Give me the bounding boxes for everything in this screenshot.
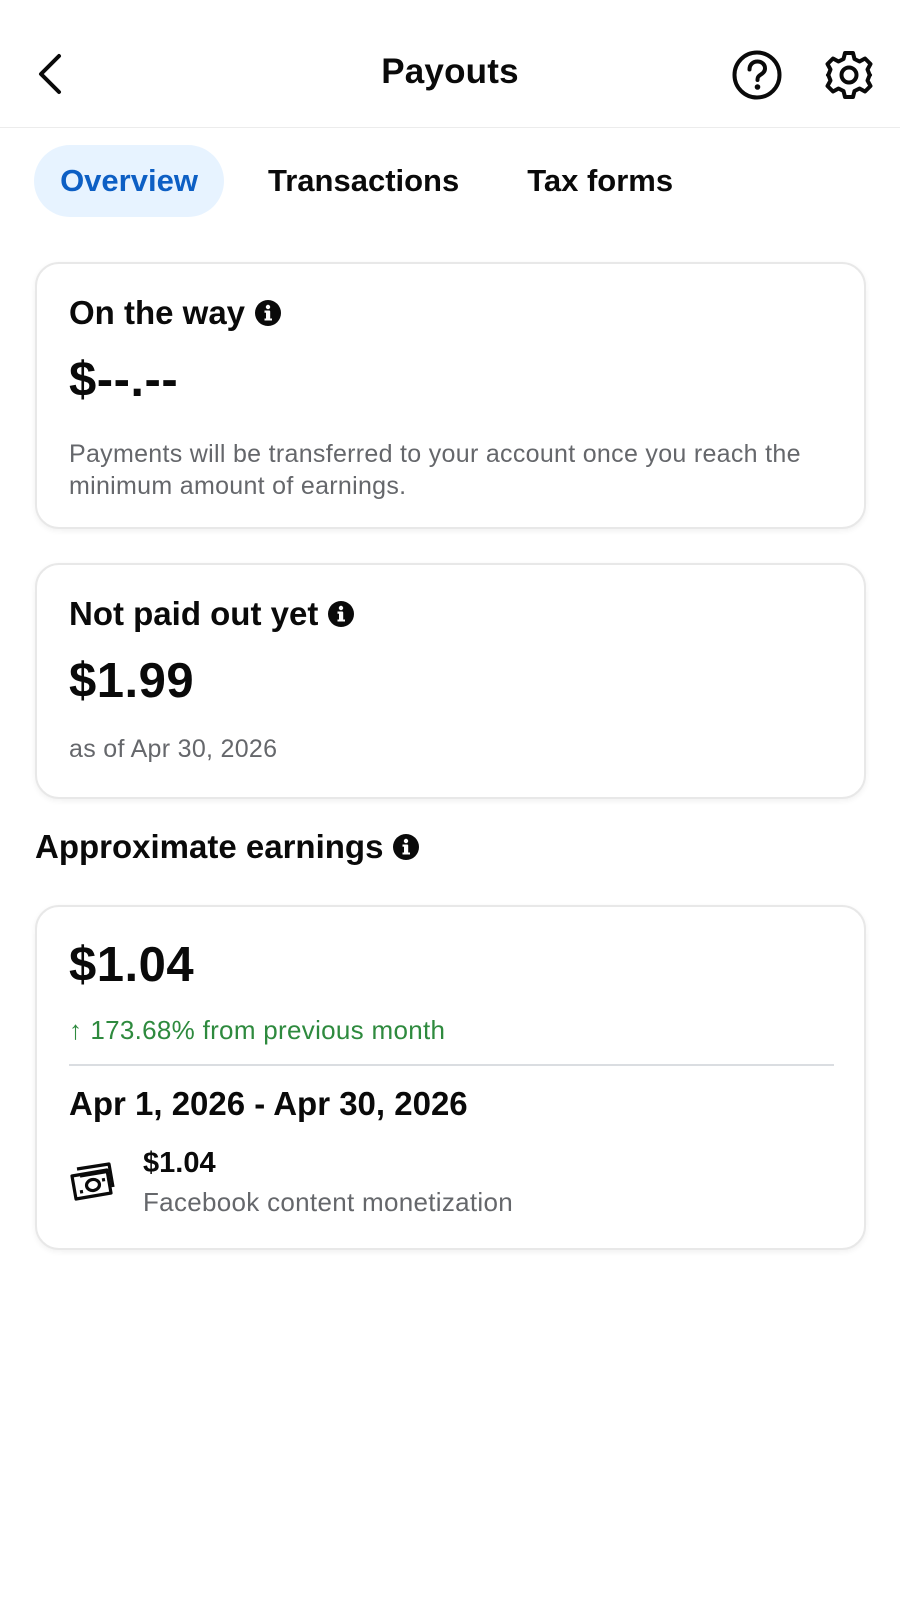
settings-button[interactable] [822, 48, 876, 102]
approximate-earnings-amount: $1.04 [69, 938, 195, 992]
approximate-earnings-card: $1.04 ↑ 173.68% from previous month Apr … [35, 905, 866, 1250]
earnings-change-text: 173.68% from previous month [90, 1015, 446, 1045]
gear-icon [825, 51, 873, 99]
on-the-way-card: On the way $--.-- Payments will be trans… [35, 262, 866, 529]
earnings-item: $1.04 Facebook content monetization [69, 1147, 809, 1227]
tab-overview[interactable]: Overview [34, 145, 224, 217]
tab-transactions[interactable]: Transactions [268, 145, 459, 217]
approximate-earnings-label: Approximate earnings [35, 828, 384, 865]
on-the-way-heading: On the way [69, 294, 282, 332]
not-paid-out-as-of: as of Apr 30, 2026 [69, 735, 278, 763]
on-the-way-label: On the way [69, 294, 246, 331]
not-paid-out-card: Not paid out yet $1.99 as of Apr 30, 202… [35, 563, 866, 799]
not-paid-out-label: Not paid out yet [69, 595, 319, 632]
earnings-item-amount: $1.04 [143, 1147, 216, 1179]
arrow-up-icon: ↑ [69, 1015, 83, 1045]
not-paid-out-amount: $1.99 [69, 654, 195, 708]
earnings-change-indicator: ↑ 173.68% from previous month [69, 1015, 445, 1046]
earnings-item-source: Facebook content monetization [143, 1187, 514, 1217]
on-the-way-amount: $--.-- [69, 353, 179, 407]
money-bill-icon [70, 1162, 115, 1201]
info-icon[interactable] [255, 300, 282, 326]
info-icon[interactable] [393, 834, 420, 860]
not-paid-out-heading: Not paid out yet [69, 595, 355, 633]
help-button[interactable] [730, 48, 784, 102]
tab-bar: Overview Transactions Tax forms [34, 145, 673, 217]
divider [69, 1064, 834, 1066]
info-icon[interactable] [328, 601, 355, 627]
approximate-earnings-heading: Approximate earnings [35, 828, 420, 866]
question-circle-icon [732, 50, 782, 100]
top-navigation-bar: Payouts [0, 0, 900, 128]
tab-tax-forms[interactable]: Tax forms [527, 145, 673, 217]
on-the-way-description: Payments will be transferred to your acc… [69, 440, 801, 500]
date-range: Apr 1, 2026 - Apr 30, 2026 [69, 1085, 468, 1122]
